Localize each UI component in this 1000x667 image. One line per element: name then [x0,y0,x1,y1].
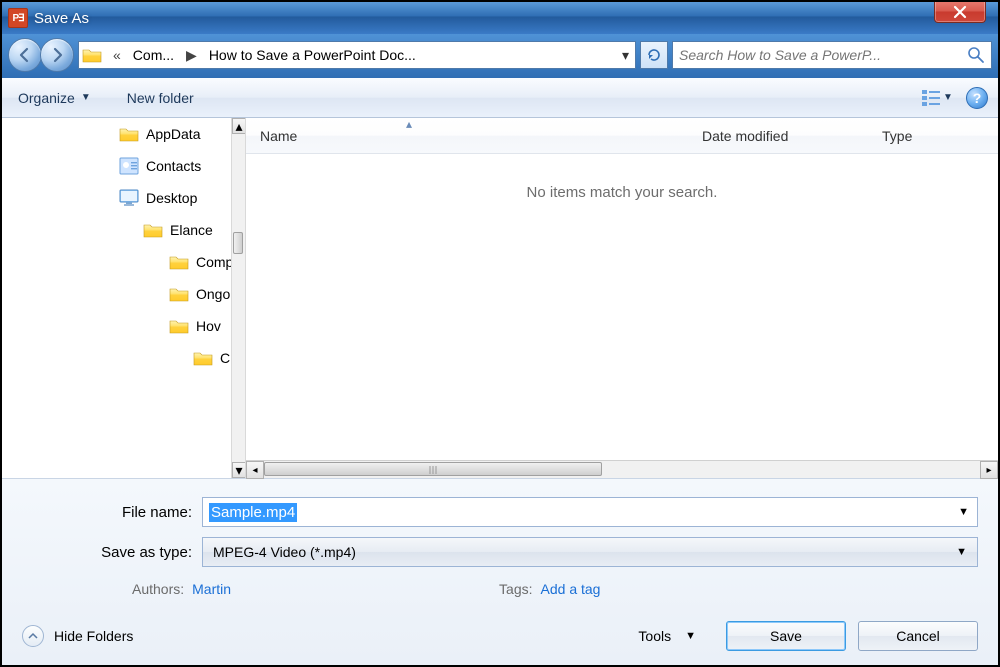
scroll-right-arrow-icon[interactable]: ▸ [980,461,998,479]
tree-item-label: Elance [170,222,213,238]
save-as-dialog: P∃ Save As « Com... ▶ How to Save a Powe… [0,0,1000,667]
tree-item-label: Desktop [146,190,197,206]
close-icon [953,5,967,19]
chevron-down-icon: ▼ [685,630,696,642]
back-button[interactable] [8,38,42,72]
main-area: AppData Contacts Desktop Elance Comp Ongo Hov C… [2,118,998,665]
authors-label: Authors: [132,581,184,597]
new-folder-button[interactable]: New folder [121,86,200,110]
chevron-down-icon: ▼ [956,546,967,558]
desktop-icon [118,189,140,207]
hide-folders-button[interactable]: Hide Folders [22,625,133,647]
scroll-thumb[interactable] [264,462,602,476]
address-bar[interactable]: « Com... ▶ How to Save a PowerPoint Doc.… [78,41,636,69]
organize-label: Organize [18,90,75,106]
powerpoint-icon: P∃ [8,8,28,28]
search-field[interactable] [672,41,992,69]
organize-menu[interactable]: Organize ▼ [12,86,97,110]
folder-tree[interactable]: AppData Contacts Desktop Elance Comp Ongo Hov C… [2,118,246,478]
tree-item-label: AppData [146,126,200,142]
forward-arrow-icon [48,46,66,64]
scroll-down-arrow-icon[interactable]: ▾ [232,462,246,478]
folder-icon [118,125,140,143]
tree-item[interactable]: Comp [2,246,245,278]
hide-folders-label: Hide Folders [54,628,133,644]
chevron-down-icon[interactable]: ▼ [958,506,969,518]
tags-label: Tags: [499,581,532,597]
tree-item-label: Contacts [146,158,201,174]
folder-icon [168,317,190,335]
tree-item-label: C [220,350,230,366]
folder-icon [168,285,190,303]
breadcrumb-item[interactable]: How to Save a PowerPoint Doc... [205,47,420,63]
folder-icon [192,349,214,367]
tools-menu[interactable]: Tools ▼ [638,628,696,644]
filename-input[interactable]: Sample.mp4 ▼ [202,497,978,527]
tree-item-label: Comp [196,254,233,270]
tree-item[interactable]: C [2,342,245,374]
scroll-up-arrow-icon[interactable]: ▴ [232,118,246,134]
contacts-icon [118,157,140,175]
filename-value: Sample.mp4 [209,503,297,522]
window-title: Save As [34,10,89,27]
tree-item[interactable]: Desktop [2,182,245,214]
sort-indicator-icon: ▴ [406,117,412,131]
folder-icon [142,221,164,239]
file-list-area: Name ▴ Date modified Type No items match… [246,118,998,478]
breadcrumb-separator-icon: ▶ [178,47,205,64]
refresh-button[interactable] [640,41,668,69]
search-icon [967,46,985,64]
saveastype-value: MPEG-4 Video (*.mp4) [213,544,356,560]
navigation-bar: « Com... ▶ How to Save a PowerPoint Doc.… [2,34,998,78]
filename-label: File name: [22,504,202,521]
empty-message: No items match your search. [246,154,998,460]
horizontal-scrollbar[interactable]: ◂ ▸ [246,460,998,478]
folder-icon [81,44,103,66]
refresh-icon [646,47,662,63]
column-header-date[interactable]: Date modified [688,118,868,153]
chevron-down-icon: ▼ [943,92,953,103]
tree-item[interactable]: AppData [2,118,245,150]
help-icon: ? [973,90,982,106]
tools-label: Tools [638,628,671,644]
breadcrumb-item[interactable]: Com... [129,47,178,63]
back-arrow-icon [16,46,34,64]
tree-item-label: Ongo [196,286,230,302]
tree-item[interactable]: Elance [2,214,245,246]
help-button[interactable]: ? [966,87,988,109]
toolbar: Organize ▼ New folder ▼ ? [2,78,998,118]
close-button[interactable] [934,1,986,23]
address-dropdown-icon[interactable]: ▾ [618,47,633,64]
tree-item[interactable]: Hov [2,310,245,342]
new-folder-label: New folder [127,90,194,106]
tree-vertical-scrollbar[interactable]: ▴ ▾ [231,118,245,478]
tree-item[interactable]: Contacts [2,150,245,182]
search-input[interactable] [679,47,967,63]
tags-value[interactable]: Add a tag [541,581,601,597]
chevron-down-icon: ▼ [81,92,91,103]
tree-item-label: Hov [196,318,221,334]
collapse-icon [22,625,44,647]
view-options-button[interactable]: ▼ [920,85,954,111]
column-header-type[interactable]: Type [868,118,998,153]
cancel-button[interactable]: Cancel [858,621,978,651]
tree-item[interactable]: Ongo [2,278,245,310]
title-bar: P∃ Save As [2,2,998,34]
column-headers: Name ▴ Date modified Type [246,118,998,154]
folder-icon [168,253,190,271]
form-panel: File name: Sample.mp4 ▼ Save as type: MP… [2,478,998,665]
saveastype-label: Save as type: [22,544,202,561]
forward-button[interactable] [40,38,74,72]
save-button[interactable]: Save [726,621,846,651]
authors-value[interactable]: Martin [192,581,231,597]
scroll-thumb[interactable] [233,232,243,254]
column-header-name[interactable]: Name ▴ [246,118,688,153]
view-icon [921,88,941,108]
breadcrumb-chevron-icon: « [105,47,129,63]
saveastype-combo[interactable]: MPEG-4 Video (*.mp4) ▼ [202,537,978,567]
scroll-left-arrow-icon[interactable]: ◂ [246,461,264,479]
